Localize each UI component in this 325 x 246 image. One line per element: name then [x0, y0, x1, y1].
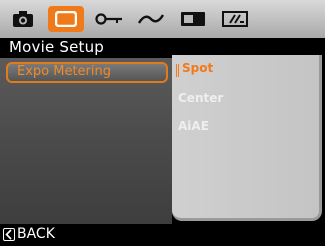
option-aiae[interactable]: AiAE — [178, 119, 209, 133]
tab-key[interactable] — [92, 6, 126, 32]
option-label: Spot — [182, 61, 214, 75]
tab-settings[interactable] — [218, 6, 252, 32]
menu-item-expo-metering[interactable]: Expo Metering — [6, 62, 168, 83]
display-icon — [181, 12, 205, 26]
selection-cursor — [176, 64, 179, 77]
option-center[interactable]: Center — [178, 91, 223, 105]
camera-icon — [13, 11, 33, 27]
menu-item-label: Expo Metering — [17, 64, 112, 79]
tab-camera[interactable] — [8, 6, 38, 32]
mode-tab-bar — [0, 0, 325, 38]
back-label: BACK — [17, 226, 55, 242]
option-spot[interactable]: Spot — [176, 61, 214, 77]
options-panel: Spot Center AiAE — [172, 55, 322, 221]
tab-wave[interactable] — [134, 6, 168, 32]
option-label: AiAE — [178, 119, 209, 133]
movie-icon — [55, 11, 77, 27]
tab-display[interactable] — [176, 6, 210, 32]
footer: BACK — [0, 224, 325, 246]
tab-movie[interactable] — [48, 6, 84, 32]
page-title: Movie Setup — [9, 38, 105, 56]
menu-list: Expo Metering — [0, 58, 172, 224]
wave-icon — [137, 14, 165, 24]
settings-card-icon — [222, 11, 248, 27]
option-label: Center — [178, 91, 224, 105]
key-icon — [95, 13, 122, 25]
back-arrow-icon — [3, 228, 15, 241]
